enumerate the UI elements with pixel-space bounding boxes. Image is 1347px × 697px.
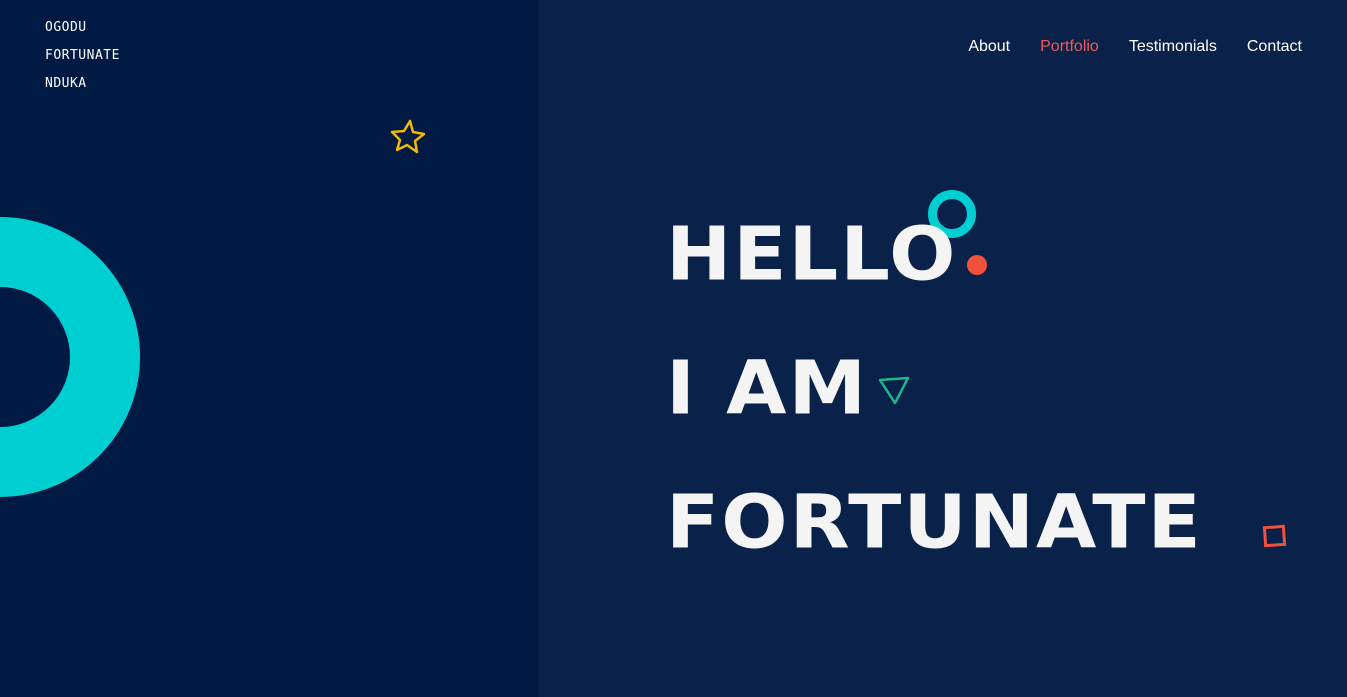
logo-line-3: NDUKA (45, 76, 87, 91)
hero-heading: Hello I am Fortunate (666, 188, 1203, 590)
square-icon (1262, 524, 1287, 548)
nav-testimonials-link[interactable]: Testimonials (1129, 38, 1217, 56)
logo-line-1: OGODU (45, 20, 87, 35)
nav-about-link[interactable]: About (968, 38, 1010, 56)
page: OGODU FORTUNATE NDUKA About Portfolio Te… (0, 0, 1347, 697)
hero-line-hello: Hello (666, 212, 958, 298)
hero-line-name: Fortunate (666, 480, 1203, 566)
logo-line-2: FORTUNATE (45, 48, 120, 63)
nav-contact-link[interactable]: Contact (1247, 38, 1302, 56)
main-nav: About Portfolio Testimonials Contact (968, 38, 1302, 56)
triangle-icon (878, 376, 910, 405)
star-icon (390, 119, 426, 154)
dot-shape-decoration (967, 255, 987, 275)
nav-portfolio-link[interactable]: Portfolio (1040, 38, 1099, 56)
hero-line-i-am: I am (666, 346, 869, 432)
logo[interactable]: OGODU FORTUNATE NDUKA (45, 14, 120, 98)
